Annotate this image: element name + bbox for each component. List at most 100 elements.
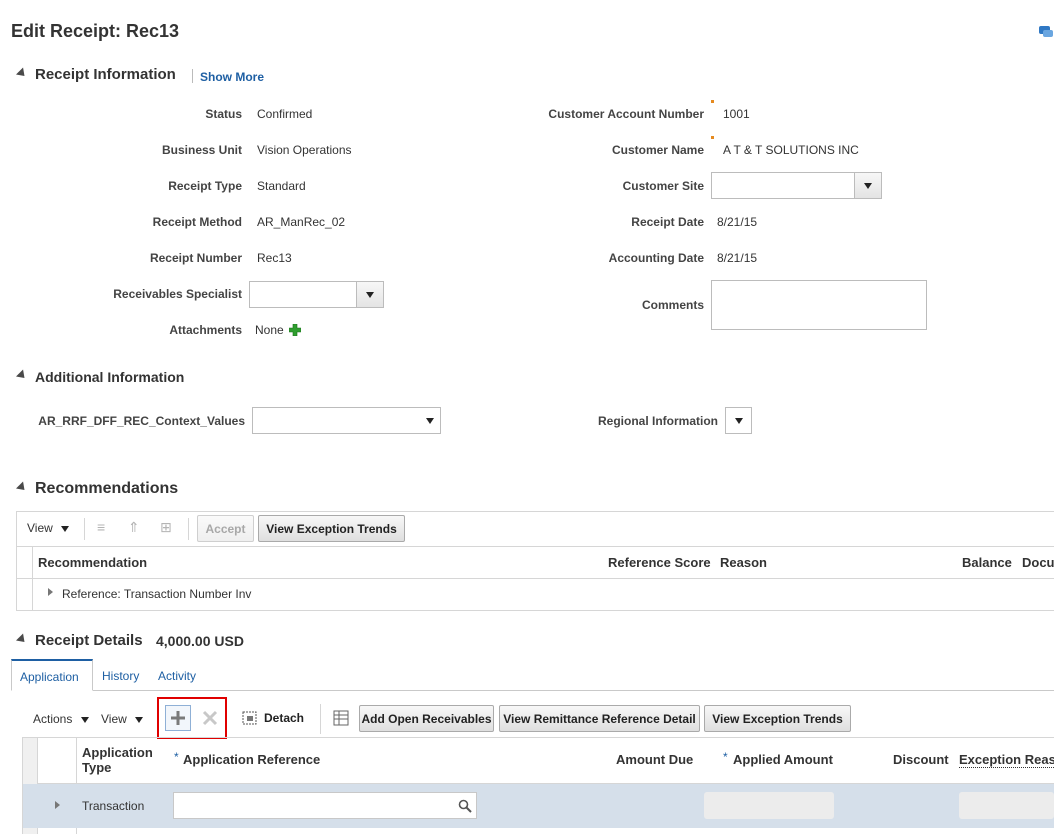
col-reference-score[interactable]: Reference Score xyxy=(608,555,711,570)
receipt-amount: 4,000.00 USD xyxy=(156,633,244,649)
col-exception-reason[interactable]: Exception Reas xyxy=(959,752,1054,768)
applied-amount-input[interactable] xyxy=(704,792,834,819)
col-application-reference[interactable]: Application Reference xyxy=(183,752,320,767)
receivables-specialist-input[interactable] xyxy=(249,281,357,308)
tab-application-label: Application xyxy=(20,670,79,684)
tab-history[interactable]: History xyxy=(102,669,139,683)
receipt-date-value: 8/21/15 xyxy=(717,215,758,229)
add-attachment-icon[interactable] xyxy=(288,323,302,337)
tab-application[interactable]: Application xyxy=(11,659,93,691)
close-icon xyxy=(202,710,218,726)
col-applied-amount[interactable]: Applied Amount xyxy=(733,752,833,767)
receipt-method-label: Receipt Method xyxy=(152,215,242,229)
context-values-label: AR_RRF_DFF_REC_Context_Values xyxy=(38,414,245,428)
additional-info-title: Additional Information xyxy=(35,369,185,385)
required-asterisk: * xyxy=(723,750,728,764)
collapse-recommendations-icon[interactable] xyxy=(15,481,29,494)
receipt-date-label: Receipt Date xyxy=(631,215,704,229)
receipt-number-value: Rec13 xyxy=(257,251,292,265)
attachments-value: None xyxy=(255,323,284,337)
recommendation-row[interactable]: Reference: Transaction Number Inv xyxy=(62,587,251,601)
collapse-receipt-info-icon[interactable] xyxy=(15,67,29,80)
detach-button[interactable]: Detach xyxy=(264,711,304,725)
plus-icon xyxy=(171,711,185,725)
chevron-down-icon xyxy=(61,525,70,532)
regional-info-label: Regional Information xyxy=(598,414,718,428)
view-remittance-reference-detail-button[interactable]: View Remittance Reference Detail xyxy=(499,705,700,732)
col-amount-due[interactable]: Amount Due xyxy=(616,752,693,767)
customer-account-value: 1001 xyxy=(723,107,750,121)
col-reason[interactable]: Reason xyxy=(720,555,767,570)
expand-row-icon[interactable] xyxy=(55,801,60,809)
row-header-divider xyxy=(32,547,33,610)
chevron-down-icon xyxy=(864,182,872,189)
table-header-top-line xyxy=(16,546,1054,547)
col-discount[interactable]: Discount xyxy=(893,752,949,767)
actions-menu-label: Actions xyxy=(33,712,73,726)
add-open-receivables-button[interactable]: Add Open Receivables xyxy=(359,705,494,732)
status-value: Confirmed xyxy=(257,107,313,121)
regional-info-select[interactable] xyxy=(725,407,752,434)
recommendations-title: Recommendations xyxy=(35,480,179,497)
required-indicator xyxy=(711,136,714,139)
freeze-columns-icon[interactable] xyxy=(333,710,349,726)
actions-menu[interactable]: Actions xyxy=(33,712,89,726)
page-title: Edit Receipt: Rec13 xyxy=(11,21,180,41)
customer-name-label: Customer Name xyxy=(611,143,704,157)
required-asterisk: * xyxy=(174,750,179,764)
view-exception-trends-button-2[interactable]: View Exception Trends xyxy=(704,705,851,732)
attachments-label: Attachments xyxy=(169,323,242,337)
expand-all-icon[interactable]: ≡ xyxy=(97,519,105,535)
add-row-button[interactable] xyxy=(165,705,191,731)
required-indicator xyxy=(711,100,714,103)
chevron-down-icon xyxy=(735,418,743,424)
application-reference-input[interactable] xyxy=(173,792,477,819)
delete-row-button[interactable] xyxy=(201,709,219,727)
header-divider xyxy=(192,69,193,83)
accounting-date-value: 8/21/15 xyxy=(717,251,758,265)
business-unit-label: Business Unit xyxy=(161,143,242,157)
business-unit-value: Vision Operations xyxy=(257,143,352,157)
customer-account-label: Customer Account Number xyxy=(548,107,704,121)
toolbar-divider xyxy=(320,704,321,734)
col-recommendation[interactable]: Recommendation xyxy=(38,555,147,570)
chevron-down-icon xyxy=(426,418,434,424)
context-values-select[interactable] xyxy=(252,407,441,434)
receipt-method-value: AR_ManRec_02 xyxy=(257,215,346,229)
collapse-additional-info-icon[interactable] xyxy=(15,369,29,382)
comments-textarea[interactable] xyxy=(711,280,927,330)
show-more-link[interactable]: Show More xyxy=(200,70,264,84)
collapse-receipt-details-icon[interactable] xyxy=(15,633,29,646)
col-application-type[interactable]: Application Type xyxy=(82,745,153,775)
receipt-number-label: Receipt Number xyxy=(149,251,242,265)
receipt-type-value: Standard xyxy=(257,179,306,193)
toolbar-divider xyxy=(188,518,189,540)
customer-site-dropdown[interactable] xyxy=(854,172,882,199)
search-icon[interactable] xyxy=(458,799,472,813)
recommendations-view-menu[interactable]: View xyxy=(27,521,70,535)
collapse-all-icon[interactable]: ⇑ xyxy=(128,519,140,536)
col-balance[interactable]: Balance xyxy=(962,555,1012,570)
accept-button[interactable]: Accept xyxy=(197,515,254,542)
receivables-specialist-dropdown[interactable] xyxy=(356,281,384,308)
view-menu-label: View xyxy=(101,712,127,726)
chevron-down-icon xyxy=(135,716,144,723)
hierarchy-icon[interactable]: ⊞ xyxy=(160,519,172,536)
chevron-down-icon xyxy=(366,291,374,298)
customer-name-value: A T & T SOLUTIONS INC xyxy=(723,143,859,157)
help-icon[interactable] xyxy=(1038,24,1054,40)
customer-site-label: Customer Site xyxy=(622,179,704,193)
col-document[interactable]: Docu xyxy=(1022,555,1054,570)
comments-label: Comments xyxy=(641,298,704,312)
view-exception-trends-button[interactable]: View Exception Trends xyxy=(258,515,405,542)
exception-reason-input[interactable] xyxy=(959,792,1054,819)
receipt-details-title: Receipt Details xyxy=(35,632,143,649)
toolbar-divider xyxy=(84,518,85,540)
expand-row-icon[interactable] xyxy=(48,588,53,596)
view-menu[interactable]: View xyxy=(101,712,144,726)
customer-site-input[interactable] xyxy=(711,172,855,199)
tab-activity[interactable]: Activity xyxy=(158,669,196,683)
detach-icon[interactable] xyxy=(242,710,258,726)
application-type-value: Transaction xyxy=(82,799,145,813)
chevron-down-icon xyxy=(80,716,89,723)
